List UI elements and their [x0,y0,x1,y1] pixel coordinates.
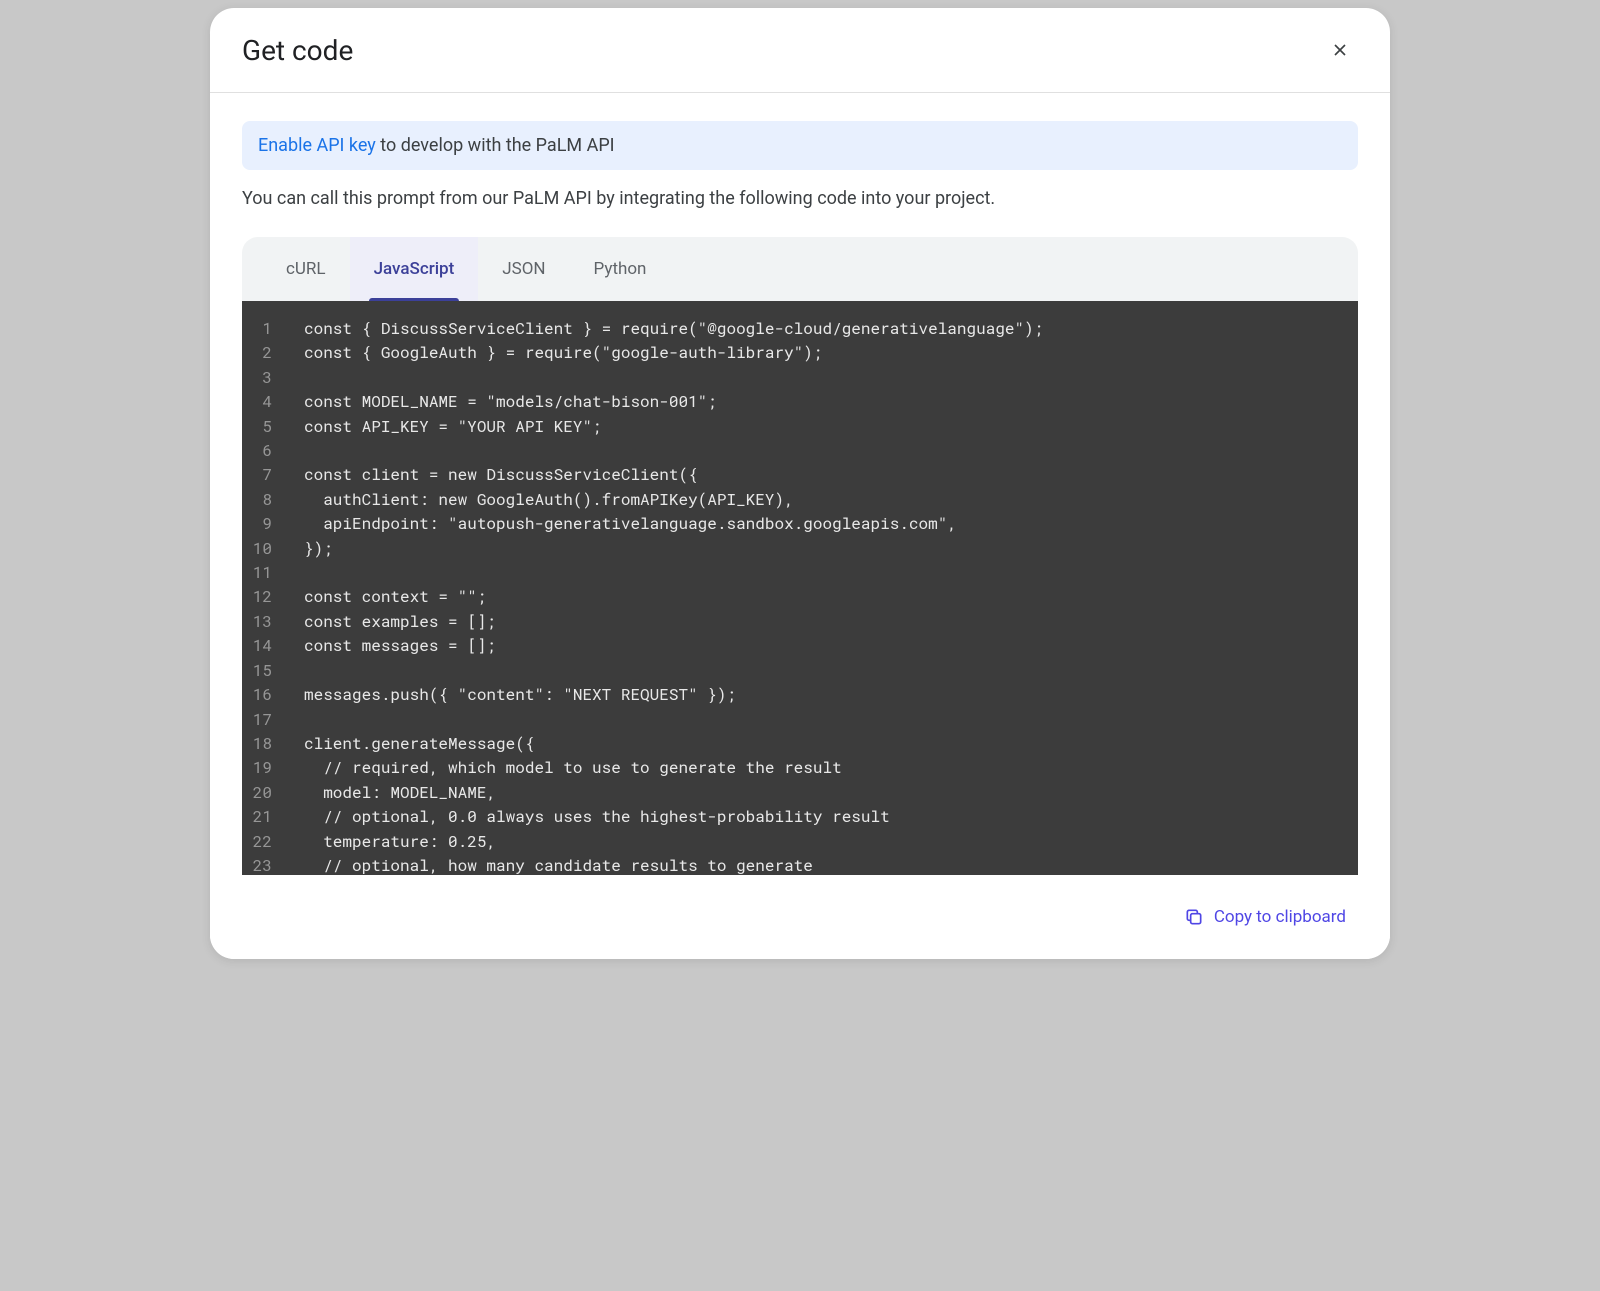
line-content: const { DiscussServiceClient } = require… [290,317,1043,341]
line-content: // optional, 0.0 always uses the highest… [290,805,890,829]
code-line: 11 [242,561,1358,585]
line-number: 5 [242,415,290,439]
line-number: 17 [242,708,290,732]
line-number: 9 [242,512,290,536]
line-content: const API_KEY = "YOUR API KEY"; [290,415,602,439]
line-number: 12 [242,585,290,609]
code-line: 9 apiEndpoint: "autopush-generativelangu… [242,512,1358,536]
line-content: authClient: new GoogleAuth().fromAPIKey(… [290,488,794,512]
line-content: model: MODEL_NAME, [290,781,496,805]
line-number: 20 [242,781,290,805]
line-number: 3 [242,366,290,390]
code-line: 23 // optional, how many candidate resul… [242,854,1358,875]
tab-python[interactable]: Python [570,237,671,301]
code-block[interactable]: 1const { DiscussServiceClient } = requir… [242,301,1358,875]
line-number: 10 [242,537,290,561]
line-content [290,366,304,390]
line-content: const context = ""; [290,585,486,609]
line-number: 21 [242,805,290,829]
close-icon [1330,40,1350,60]
line-content: const MODEL_NAME = "models/chat-bison-00… [290,390,717,414]
tab-json[interactable]: JSON [478,237,569,301]
line-content [290,439,304,463]
line-number: 16 [242,683,290,707]
get-code-modal: Get code Enable API key to develop with … [210,8,1390,959]
modal-footer: Copy to clipboard [210,875,1390,959]
line-number: 18 [242,732,290,756]
code-line: 20 model: MODEL_NAME, [242,781,1358,805]
code-line: 17 [242,708,1358,732]
code-line: 16messages.push({ "content": "NEXT REQUE… [242,683,1358,707]
code-line: 21 // optional, 0.0 always uses the high… [242,805,1358,829]
line-content: const examples = []; [290,610,496,634]
close-button[interactable] [1322,32,1358,68]
code-tabs-container: cURLJavaScriptJSONPython 1const { Discus… [242,237,1358,875]
line-content: }); [290,537,333,561]
modal-header: Get code [210,8,1390,93]
modal-body: Enable API key to develop with the PaLM … [210,93,1390,875]
code-line: 13const examples = []; [242,610,1358,634]
code-line: 14const messages = []; [242,634,1358,658]
tab-curl[interactable]: cURL [262,237,350,301]
line-number: 8 [242,488,290,512]
modal-title: Get code [242,34,353,67]
code-line: 8 authClient: new GoogleAuth().fromAPIKe… [242,488,1358,512]
tabs-bar: cURLJavaScriptJSONPython [242,237,1358,301]
line-content: const client = new DiscussServiceClient(… [290,463,698,487]
line-content [290,561,304,585]
line-number: 19 [242,756,290,780]
line-number: 11 [242,561,290,585]
line-number: 7 [242,463,290,487]
line-number: 13 [242,610,290,634]
line-content: client.generateMessage({ [290,732,534,756]
line-content: const { GoogleAuth } = require("google-a… [290,341,822,365]
line-content: messages.push({ "content": "NEXT REQUEST… [290,683,736,707]
line-content: // required, which model to use to gener… [290,756,842,780]
code-line: 1const { DiscussServiceClient } = requir… [242,317,1358,341]
line-number: 6 [242,439,290,463]
copy-button-label: Copy to clipboard [1214,907,1346,927]
code-line: 6 [242,439,1358,463]
code-line: 18client.generateMessage({ [242,732,1358,756]
line-content: temperature: 0.25, [290,830,496,854]
copy-icon [1184,907,1204,927]
code-line: 3 [242,366,1358,390]
line-number: 22 [242,830,290,854]
line-number: 2 [242,341,290,365]
code-line: 4const MODEL_NAME = "models/chat-bison-0… [242,390,1358,414]
line-content: apiEndpoint: "autopush-generativelanguag… [290,512,957,536]
line-number: 4 [242,390,290,414]
api-key-banner: Enable API key to develop with the PaLM … [242,121,1358,170]
description-text: You can call this prompt from our PaLM A… [242,188,1358,209]
line-content [290,708,304,732]
code-line: 7const client = new DiscussServiceClient… [242,463,1358,487]
tab-javascript[interactable]: JavaScript [350,237,479,301]
line-content: // optional, how many candidate results … [290,854,813,875]
line-content: const messages = []; [290,634,496,658]
line-number: 15 [242,659,290,683]
code-line: 22 temperature: 0.25, [242,830,1358,854]
enable-api-key-link[interactable]: Enable API key [258,135,376,156]
banner-text: to develop with the PaLM API [376,135,615,156]
code-line: 15 [242,659,1358,683]
line-content [290,659,304,683]
code-line: 12const context = ""; [242,585,1358,609]
line-number: 1 [242,317,290,341]
copy-to-clipboard-button[interactable]: Copy to clipboard [1172,899,1358,935]
code-line: 5const API_KEY = "YOUR API KEY"; [242,415,1358,439]
line-number: 23 [242,854,290,875]
code-line: 10}); [242,537,1358,561]
line-number: 14 [242,634,290,658]
code-line: 19 // required, which model to use to ge… [242,756,1358,780]
code-line: 2const { GoogleAuth } = require("google-… [242,341,1358,365]
